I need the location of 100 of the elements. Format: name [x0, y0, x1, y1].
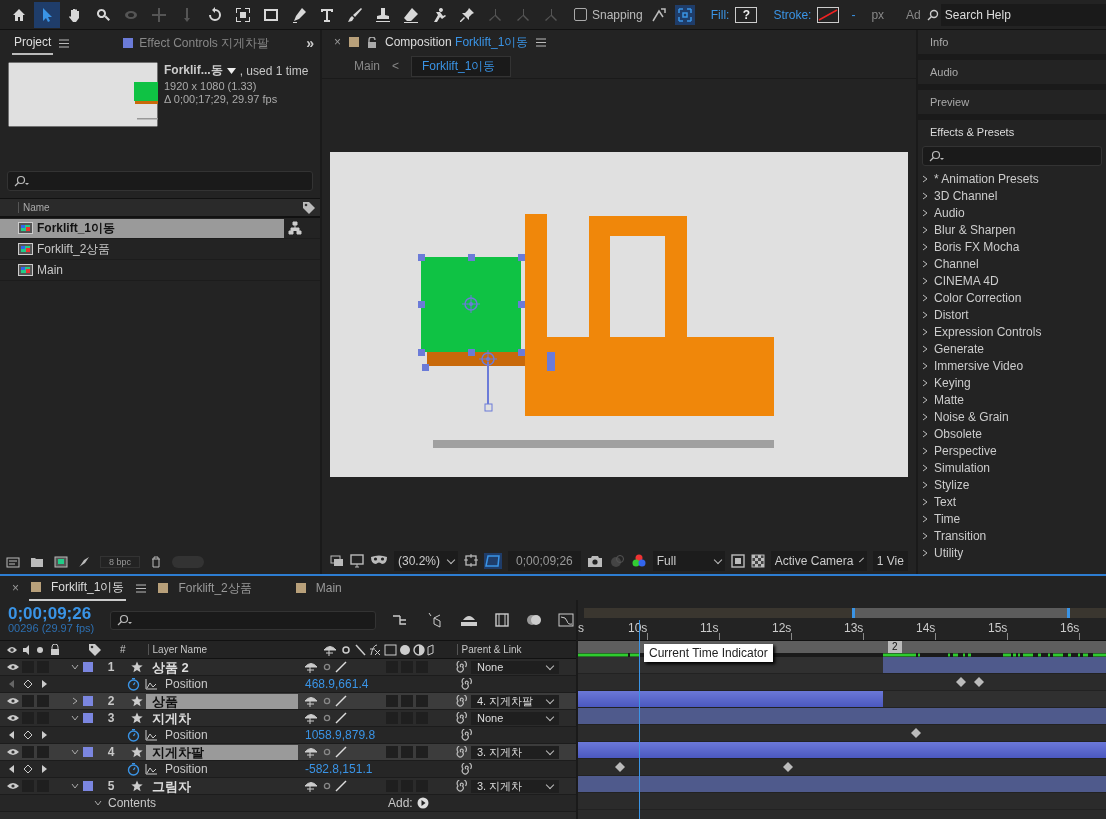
- keyframe-icon[interactable]: [614, 761, 626, 773]
- snapping-checkbox[interactable]: Snapping: [574, 7, 643, 22]
- layer-name[interactable]: 상품 2: [146, 659, 298, 675]
- fast-preview-icon[interactable]: [730, 554, 745, 568]
- layer-row[interactable]: 2 상품 4. 지게차팔: [0, 693, 576, 710]
- parent-dropdown[interactable]: 3. 지게차: [471, 745, 559, 759]
- motion-blur-icon[interactable]: [526, 612, 543, 628]
- pick-whip-icon[interactable]: [460, 678, 472, 690]
- layer-row[interactable]: 4 지게차팔 3. 지게차: [0, 744, 576, 761]
- label-tag-icon[interactable]: [302, 200, 316, 215]
- column-header[interactable]: Name: [18, 202, 50, 213]
- parent-dropdown[interactable]: 3. 지게차: [471, 779, 559, 793]
- current-time[interactable]: 0;00;09;26: [8, 605, 95, 624]
- search-field[interactable]: Search Help: [940, 3, 1106, 26]
- disclosure-icon[interactable]: [71, 748, 79, 756]
- close-button[interactable]: ×: [12, 581, 19, 595]
- checkbox[interactable]: [574, 8, 587, 21]
- keyframe-icon[interactable]: [973, 676, 985, 688]
- arrow-tool[interactable]: [34, 1, 60, 28]
- switch-box[interactable]: [401, 746, 413, 758]
- folder-icon[interactable]: [30, 556, 44, 568]
- lock-icon[interactable]: [367, 36, 377, 48]
- layer-row[interactable]: 1 상품 2 None: [0, 659, 576, 676]
- effect-category[interactable]: Text: [922, 493, 1106, 510]
- column-header[interactable]: Layer Name: [147, 644, 323, 655]
- property-value[interactable]: -582.8,151.1: [305, 762, 445, 776]
- effect-category[interactable]: Stylize: [922, 476, 1106, 493]
- solo-switch[interactable]: [22, 746, 34, 758]
- effect-category[interactable]: CINEMA 4D: [922, 272, 1106, 289]
- effect-category[interactable]: 3D Channel: [922, 187, 1106, 204]
- panel-tab[interactable]: Project: [12, 31, 54, 55]
- label-tag-icon[interactable]: [88, 642, 102, 657]
- visibility-icon[interactable]: [7, 663, 19, 671]
- zoom-dropdown[interactable]: (30.2%): [394, 551, 459, 571]
- effect-category[interactable]: Matte: [922, 391, 1106, 408]
- keyframe-icon[interactable]: [782, 761, 794, 773]
- property-row[interactable]: Position 468.9,661.4: [0, 676, 576, 693]
- effect-category[interactable]: Channel: [922, 255, 1106, 272]
- group-row[interactable]: Contents Add:: [0, 795, 576, 812]
- trash-icon[interactable]: [150, 556, 163, 568]
- property-value[interactable]: 468.9,661.4: [305, 677, 445, 691]
- snap-icon[interactable]: [650, 6, 667, 23]
- panel-tab[interactable]: Composition Forklift_1이동: [385, 33, 529, 51]
- effect-category[interactable]: Color Correction: [922, 289, 1106, 306]
- visibility-icon[interactable]: [7, 748, 19, 756]
- layer-name[interactable]: 지게차: [146, 710, 298, 726]
- graph-icon[interactable]: [145, 729, 157, 741]
- menu-icon[interactable]: [59, 38, 70, 48]
- interpret-footage-icon[interactable]: [6, 556, 20, 568]
- stopwatch-icon[interactable]: [127, 677, 140, 691]
- camera-dropdown[interactable]: Active Camera: [770, 551, 867, 571]
- label-color[interactable]: [83, 662, 93, 672]
- keyframe-navigator[interactable]: [8, 730, 48, 740]
- disclosure-icon[interactable]: [71, 714, 79, 722]
- switch-box[interactable]: [386, 746, 398, 758]
- column-header[interactable]: Parent & Link: [456, 644, 522, 655]
- switch-box[interactable]: [386, 695, 398, 707]
- stopwatch-icon[interactable]: [127, 762, 140, 776]
- menu-icon[interactable]: [536, 37, 547, 47]
- project-item[interactable]: Forklift_1이동: [0, 218, 284, 238]
- effect-category[interactable]: Utility: [922, 544, 1106, 561]
- stroke-width[interactable]: -: [851, 7, 856, 22]
- visibility-icon[interactable]: [7, 782, 19, 790]
- label-color[interactable]: [83, 747, 93, 757]
- effect-category[interactable]: Time: [922, 510, 1106, 527]
- property-row[interactable]: Position 1058.9,879.8: [0, 727, 576, 744]
- pick-whip-icon[interactable]: [455, 780, 467, 792]
- anchor-point-icon[interactable]: [478, 349, 498, 369]
- monitor-icon[interactable]: [350, 554, 364, 568]
- lock-switch[interactable]: [37, 746, 49, 758]
- new-composition-icon[interactable]: [54, 556, 68, 568]
- search-field[interactable]: [110, 610, 377, 630]
- transparency-grid-icon[interactable]: [484, 553, 503, 569]
- switch-box[interactable]: [416, 695, 428, 707]
- view-layout-dropdown[interactable]: 1 Vie: [872, 551, 908, 571]
- resolution-dropdown[interactable]: Full: [652, 551, 725, 571]
- effect-category[interactable]: Transition: [922, 527, 1106, 544]
- flowchart-icon[interactable]: [288, 221, 302, 235]
- pick-whip-icon[interactable]: [455, 695, 467, 707]
- project-item[interactable]: Forklift_2상품: [0, 239, 284, 259]
- dropdown-icon[interactable]: [226, 67, 236, 74]
- property-value[interactable]: 1058.9,879.8: [305, 728, 445, 742]
- pen-nib-icon[interactable]: [78, 556, 90, 568]
- switch-box[interactable]: [416, 746, 428, 758]
- keyframe-navigator[interactable]: [8, 764, 48, 774]
- safe-margins-icon[interactable]: [464, 554, 479, 568]
- pick-whip-icon[interactable]: [455, 712, 467, 724]
- checkerboard-icon[interactable]: [750, 554, 765, 568]
- effect-category[interactable]: Perspective: [922, 442, 1106, 459]
- label-color[interactable]: [83, 781, 93, 791]
- effect-category[interactable]: Blur & Sharpen: [922, 221, 1106, 238]
- selection-handles[interactable]: [418, 254, 555, 412]
- effect-category[interactable]: Simulation: [922, 459, 1106, 476]
- play-icon[interactable]: [416, 797, 429, 809]
- column-header[interactable]: #: [120, 644, 126, 655]
- bit-depth-button[interactable]: 8 bpc: [100, 556, 141, 568]
- keyframe-navigator[interactable]: [8, 679, 48, 689]
- graph-icon[interactable]: [145, 678, 157, 690]
- stroke-swatch[interactable]: [817, 6, 840, 23]
- fill-swatch[interactable]: ?: [735, 6, 758, 23]
